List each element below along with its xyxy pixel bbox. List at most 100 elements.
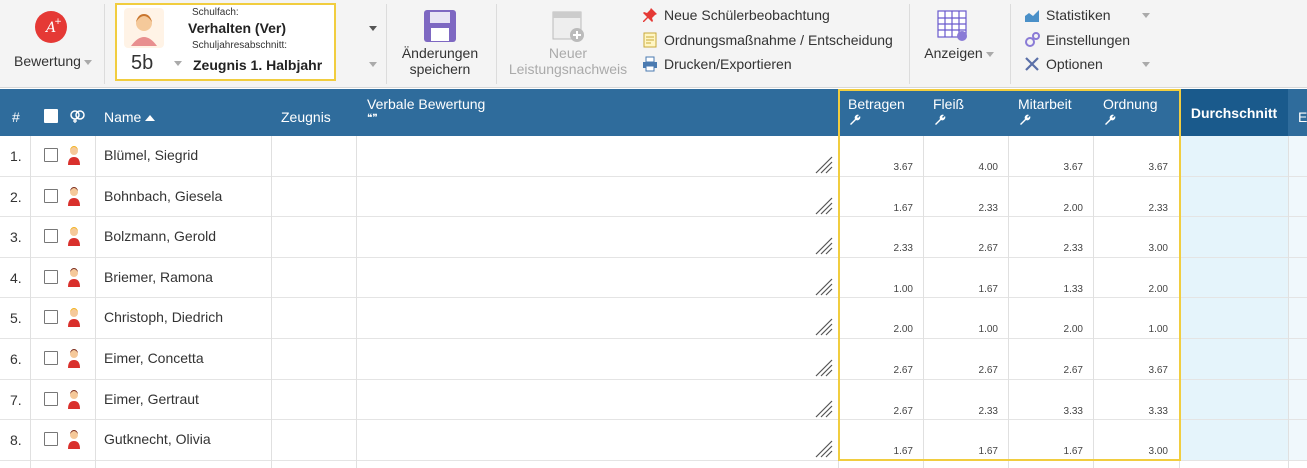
grade-cell[interactable]: 3.67: [1108, 365, 1168, 376]
grade-cell[interactable]: 2.00: [1023, 203, 1083, 214]
grade-cell[interactable]: 2.33: [938, 203, 998, 214]
student-name[interactable]: Gutknecht, Olivia: [104, 431, 211, 447]
resize-handle-icon[interactable]: [815, 237, 833, 255]
row-checkbox[interactable]: [44, 188, 58, 203]
abschnitt-value[interactable]: Zeugnis 1. Halbjahr: [193, 57, 322, 73]
print-export-link[interactable]: Drucken/Exportieren: [642, 56, 792, 72]
select-all-checkbox[interactable]: [44, 109, 58, 123]
row-checkbox[interactable]: [44, 351, 58, 365]
optionen-menu[interactable]: Optionen: [1024, 56, 1103, 72]
col-betragen-header[interactable]: Betragen: [848, 96, 905, 112]
resize-handle-icon[interactable]: [815, 156, 833, 174]
new-observation-link[interactable]: Neue Schülerbeobachtung: [642, 7, 830, 23]
table-row[interactable]: 1. Blümel, Siegrid 3.67 4.00 3.67 3.67: [0, 136, 1307, 177]
col-ordnung-header[interactable]: Ordnung: [1103, 96, 1157, 112]
row-checkbox[interactable]: [44, 310, 58, 325]
durchschnitt-cell[interactable]: [1180, 339, 1288, 379]
grade-cell[interactable]: 4.00: [938, 162, 998, 173]
grade-cell[interactable]: 3.67: [1108, 162, 1168, 173]
grade-cell[interactable]: 3.00: [1108, 446, 1168, 457]
disciplinary-link[interactable]: Ordnungsmaßnahme / Entscheidung: [642, 32, 893, 48]
student-name[interactable]: Blümel, Siegrid: [104, 147, 198, 163]
klasse-value[interactable]: 5b: [131, 52, 153, 75]
student-name[interactable]: Briemer, Ramona: [104, 269, 213, 285]
table-row[interactable]: 3. Bolzmann, Gerold 2.33 2.67 2.33 3.00: [0, 217, 1307, 258]
table-row[interactable]: 7. Eimer, Gertraut 2.67 2.33 3.33 3.33: [0, 379, 1307, 421]
grade-cell[interactable]: 3.67: [1023, 162, 1083, 173]
grade-cell[interactable]: 2.67: [938, 365, 998, 376]
grade-cell[interactable]: 2.33: [1108, 203, 1168, 214]
col-durchschnitt-header[interactable]: Durchschnitt: [1180, 89, 1288, 136]
grade-cell[interactable]: 1.33: [1023, 284, 1083, 295]
row-checkbox[interactable]: [44, 269, 58, 284]
gender-icon[interactable]: [69, 109, 87, 123]
einstellungen-menu[interactable]: Einstellungen: [1024, 32, 1130, 48]
grade-cell[interactable]: 1.67: [853, 446, 913, 457]
table-row[interactable]: 5. Christoph, Diedrich 2.00 1.00 2.00 1.00: [0, 298, 1307, 339]
durchschnitt-cell[interactable]: [1180, 176, 1288, 217]
subject-chevron-icon[interactable]: [369, 26, 377, 31]
table-row[interactable]: 4. Briemer, Ramona 1.00 1.67 1.33 2.00: [0, 257, 1307, 299]
row-checkbox[interactable]: [44, 229, 58, 244]
optionen-chevron-icon[interactable]: [1142, 62, 1150, 67]
durchschnitt-cell[interactable]: [1180, 379, 1288, 420]
schulfach-value[interactable]: Verhalten (Ver): [188, 20, 286, 36]
student-name[interactable]: Christoph, Diedrich: [104, 309, 223, 325]
grade-cell[interactable]: 2.33: [1023, 243, 1083, 254]
resize-handle-icon[interactable]: [815, 359, 833, 377]
durchschnitt-cell[interactable]: [1180, 217, 1288, 257]
resize-handle-icon[interactable]: [815, 400, 833, 418]
grade-cell[interactable]: 1.67: [1023, 446, 1083, 457]
bewertung-button[interactable]: A + Bewertung: [10, 6, 96, 82]
row-checkbox[interactable]: [44, 148, 58, 162]
grade-cell[interactable]: 1.00: [938, 324, 998, 335]
row-checkbox[interactable]: [44, 391, 58, 406]
new-assessment-button[interactable]: Neuer Leistungsnachweis: [504, 6, 632, 82]
col-zeugnis-header[interactable]: Zeugnis: [281, 109, 331, 125]
student-name[interactable]: Eimer, Concetta: [104, 350, 204, 366]
wrench-icon[interactable]: [934, 114, 946, 126]
durchschnitt-cell[interactable]: [1180, 298, 1288, 338]
grade-cell[interactable]: 2.00: [1108, 284, 1168, 295]
grade-cell[interactable]: 1.67: [938, 446, 998, 457]
row-checkbox[interactable]: [44, 432, 58, 447]
grade-cell[interactable]: 2.33: [853, 243, 913, 254]
student-name[interactable]: Bohnbach, Giesela: [104, 188, 222, 204]
grade-cell[interactable]: 1.67: [938, 284, 998, 295]
durchschnitt-cell[interactable]: [1180, 420, 1288, 460]
col-fleiss-header[interactable]: Fleiß: [933, 96, 964, 112]
wrench-icon[interactable]: [849, 114, 861, 126]
grade-cell[interactable]: 1.00: [1108, 324, 1168, 335]
student-name[interactable]: Eimer, Gertraut: [104, 391, 199, 407]
abschnitt-chevron-icon[interactable]: [369, 62, 377, 67]
grade-cell[interactable]: 2.67: [853, 365, 913, 376]
grade-cell[interactable]: 3.00: [1108, 243, 1168, 254]
durchschnitt-cell[interactable]: [1180, 136, 1288, 176]
grade-cell[interactable]: 2.00: [1023, 324, 1083, 335]
grade-cell[interactable]: 3.33: [1108, 406, 1168, 417]
grade-cell[interactable]: 2.33: [938, 406, 998, 417]
grade-cell[interactable]: 1.67: [853, 203, 913, 214]
grade-cell[interactable]: 2.00: [853, 324, 913, 335]
resize-handle-icon[interactable]: [815, 197, 833, 215]
table-row[interactable]: 6. Eimer, Concetta 2.67 2.67 2.67 3.67: [0, 339, 1307, 380]
klasse-chevron-icon[interactable]: [174, 61, 182, 66]
table-row[interactable]: 8. Gutknecht, Olivia 1.67 1.67 1.67 3.00: [0, 420, 1307, 461]
col-name-header[interactable]: Name: [104, 109, 156, 125]
anzeigen-button[interactable]: Anzeigen: [916, 6, 1002, 82]
subject-selector[interactable]: Schulfach: Verhalten (Ver) Schuljahresab…: [115, 3, 336, 81]
durchschnitt-cell[interactable]: [1180, 257, 1288, 298]
statistiken-menu[interactable]: Statistiken: [1024, 7, 1111, 23]
student-name[interactable]: Bolzmann, Gerold: [104, 228, 216, 244]
table-row[interactable]: 2. Bohnbach, Giesela 1.67 2.33 2.00 2.33: [0, 176, 1307, 218]
resize-handle-icon[interactable]: [815, 318, 833, 336]
resize-handle-icon[interactable]: [815, 440, 833, 458]
statistiken-chevron-icon[interactable]: [1142, 13, 1150, 18]
wrench-icon[interactable]: [1019, 114, 1031, 126]
grade-cell[interactable]: 3.33: [1023, 406, 1083, 417]
grade-cell[interactable]: 2.67: [938, 243, 998, 254]
grade-cell[interactable]: 2.67: [1023, 365, 1083, 376]
grade-cell[interactable]: 1.00: [853, 284, 913, 295]
col-verbal-header[interactable]: Verbale Bewertung: [367, 96, 485, 112]
save-changes-button[interactable]: Änderungen speichern: [396, 6, 484, 82]
